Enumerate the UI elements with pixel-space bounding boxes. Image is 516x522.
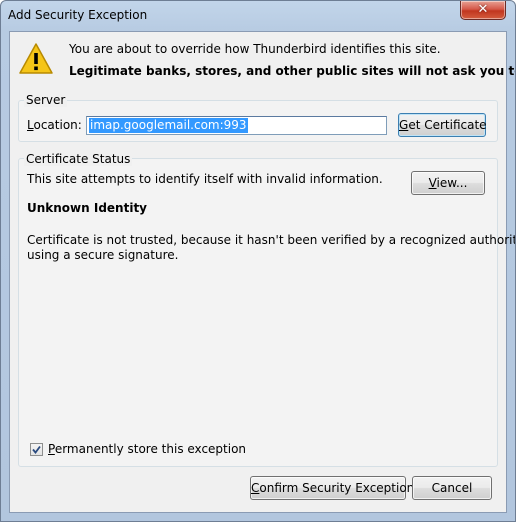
identity-heading: Unknown Identity [27,201,148,215]
server-group-label: Server [24,93,68,107]
dialog-window: Add Security Exception ✕ You are about t… [0,0,516,522]
warning-text: Legitimate banks, stores, and other publ… [69,64,515,78]
warning-icon [18,42,54,76]
location-input[interactable]: imap.googlemail.com:993 [86,116,387,135]
close-button[interactable]: ✕ [460,1,506,20]
trust-description-line1: Certificate is not trusted, because it h… [27,233,516,247]
permanent-store-label[interactable]: Permanently store this exception [48,442,246,456]
location-value: imap.googlemail.com:993 [89,118,248,133]
view-button[interactable]: View... [411,171,485,195]
get-certificate-button[interactable]: Get Certificate [398,113,487,137]
permanent-store-checkbox[interactable] [30,443,43,456]
title-bar[interactable]: Add Security Exception ✕ [1,1,515,31]
window-title: Add Security Exception [8,8,148,22]
checkmark-icon [32,445,41,454]
certificate-status-label: Certificate Status [24,152,133,166]
trust-description-line2: using a secure signature. [27,248,179,262]
status-message: This site attempts to identify itself wi… [27,172,383,186]
cancel-button[interactable]: Cancel [412,476,492,500]
intro-text: You are about to override how Thunderbir… [69,42,441,56]
location-label: Location: [27,118,82,132]
dialog-content: You are about to override how Thunderbir… [9,31,515,513]
confirm-security-exception-button[interactable]: Confirm Security Exception [250,476,414,500]
close-icon: ✕ [477,2,489,17]
